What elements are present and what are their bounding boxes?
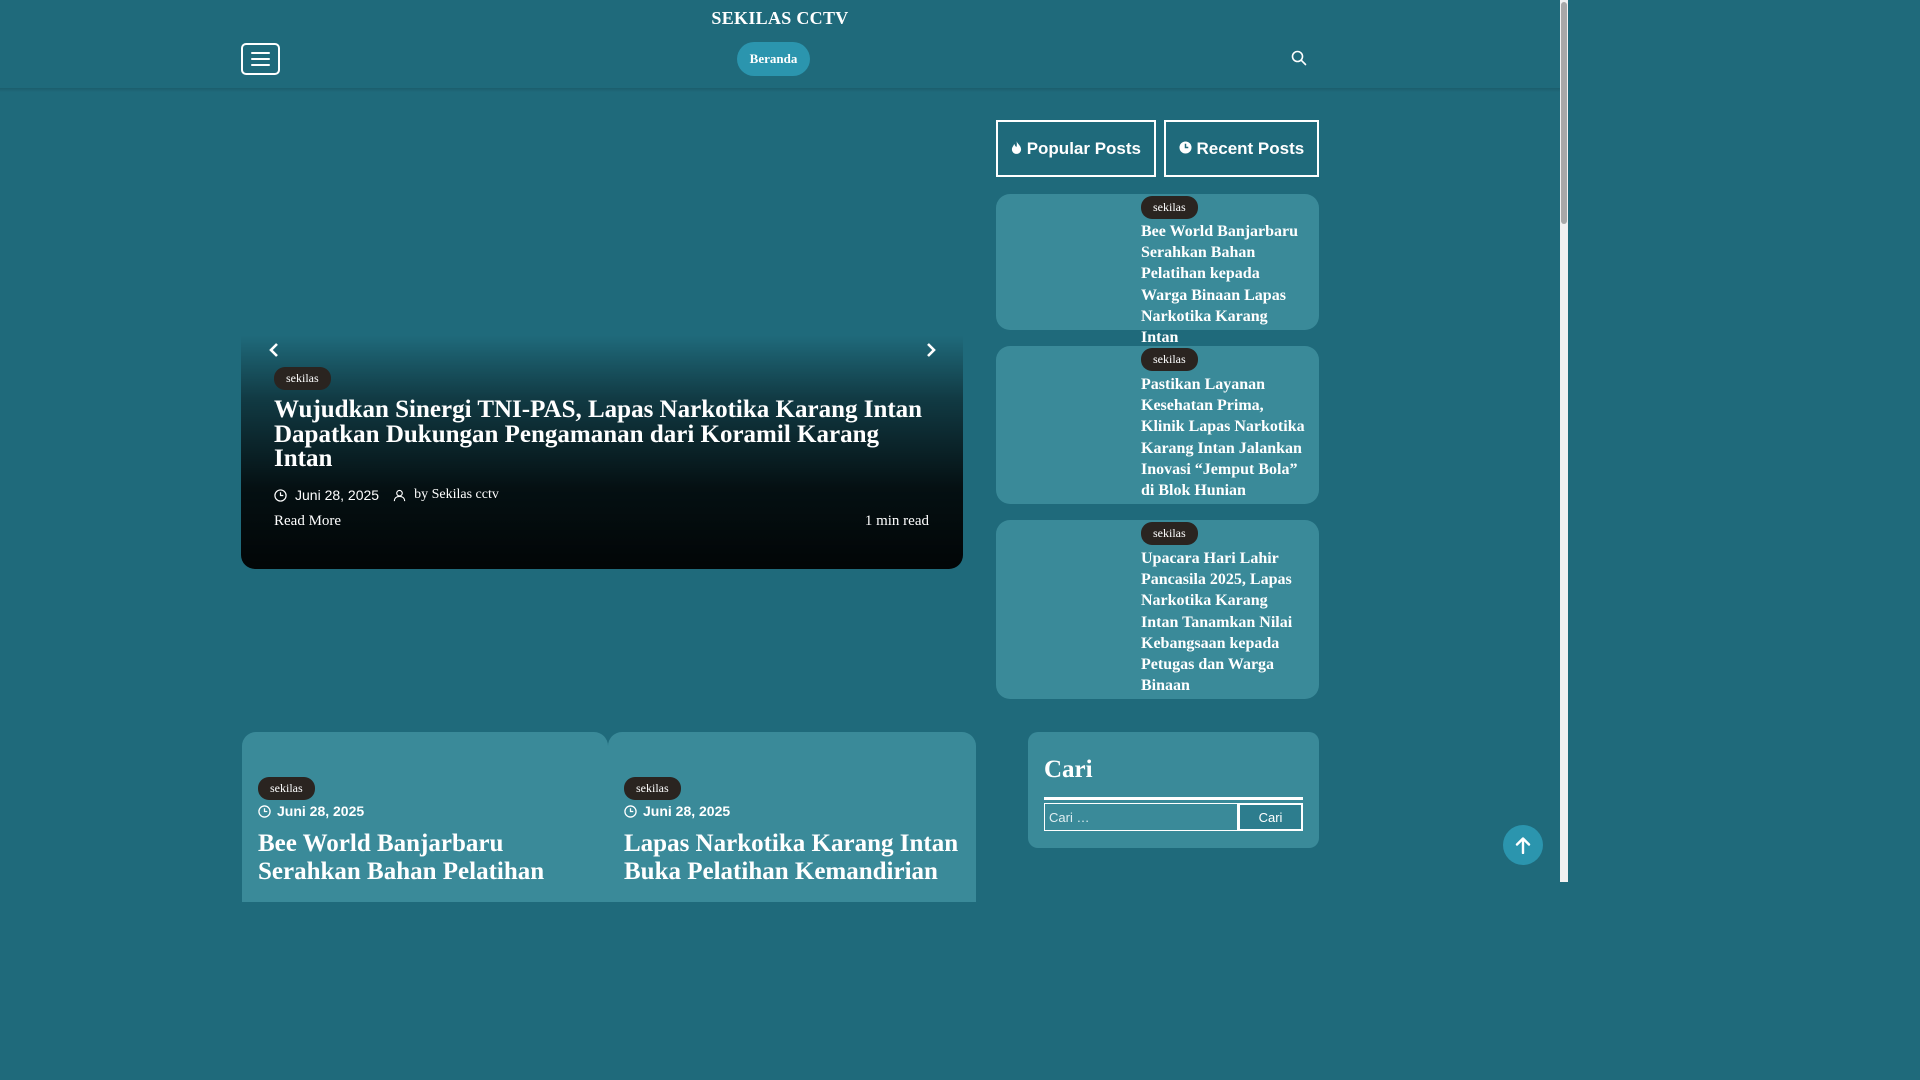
category-badge[interactable]: sekilas [1141,522,1198,545]
clock-icon [624,804,637,818]
widget-title: Cari [1044,756,1093,783]
post-title[interactable]: Lapas Narkotika Karang Intan Buka Pelati… [624,830,964,886]
search-widget: Cari Cari [1028,732,1319,848]
read-more-link[interactable]: Read More [274,513,341,530]
search-input[interactable] [1044,803,1238,831]
side-post-title[interactable]: Pastikan Layanan Kesehatan Prima, Klinik… [1141,374,1309,501]
chevron-left-icon [269,343,278,357]
post-date: Juni 28, 2025 [624,803,730,819]
back-to-top-button[interactable] [1503,825,1543,865]
user-icon [393,489,406,501]
site-title[interactable]: SEKILAS CCTV [0,8,1560,29]
clock-icon [1179,140,1192,154]
menu-bar [251,64,270,66]
side-post[interactable]: sekilas Upacara Hari Lahir Pancasila 202… [996,520,1319,699]
slide-meta: Juni 28, 2025 by Sekilas cctv [274,487,499,503]
arrow-up-icon [1515,837,1531,854]
post-date: Juni 28, 2025 [258,803,364,819]
category-badge[interactable]: sekilas [1141,196,1198,219]
tab-recent-posts[interactable]: Recent Posts [1164,120,1319,177]
read-time: 1 min read [864,513,929,529]
tab-recent-label: Recent Posts [1196,138,1305,158]
post-title[interactable]: Bee World Banjarbaru Serahkan Bahan Pela… [258,830,598,886]
side-post[interactable]: sekilas Bee World Banjarbaru Serahkan Ba… [996,194,1319,346]
side-post-title[interactable]: Upacara Hari Lahir Pancasila 2025, Lapas… [1141,548,1309,696]
chevron-right-icon [927,343,936,357]
search-icon[interactable] [1291,50,1307,66]
scrollbar-thumb[interactable] [1561,2,1567,224]
tab-popular-posts[interactable]: Popular Posts [996,120,1156,177]
slide-date: Juni 28, 2025 [295,487,380,503]
category-badge[interactable]: sekilas [258,777,315,800]
post-card[interactable]: sekilas Juni 28, 2025 Bee World Banjarba… [242,732,608,902]
category-badge[interactable]: sekilas [624,777,681,800]
category-badge[interactable]: sekilas [274,367,331,390]
search-submit-button[interactable]: Cari [1238,803,1303,831]
menu-toggle-button[interactable] [241,43,280,75]
side-post[interactable]: sekilas Pastikan Layanan Kesehatan Prima… [996,346,1319,504]
post-card[interactable]: sekilas Juni 28, 2025 Lapas Narkotika Ka… [608,732,976,902]
menu-bar [251,52,270,54]
fire-icon [1011,140,1022,154]
post-date-text: Juni 28, 2025 [643,803,731,819]
nav-home-link[interactable]: Beranda [737,42,810,76]
post-date-text: Juni 28, 2025 [277,803,365,819]
slider-next-button[interactable] [917,336,945,364]
slide-author[interactable]: by Sekilas cctv [414,487,499,503]
tab-popular-label: Popular Posts [1026,138,1142,158]
slide-title[interactable]: Wujudkan Sinergi TNI-PAS, Lapas Narkotik… [274,397,929,472]
slider-prev-button[interactable] [260,336,288,364]
category-badge[interactable]: sekilas [1141,348,1198,371]
clock-icon [274,488,287,502]
menu-bar [251,58,270,60]
featured-slider[interactable]: sekilas Wujudkan Sinergi TNI-PAS, Lapas … [241,120,963,569]
page-scrollbar[interactable] [1560,0,1568,882]
header-divider [0,88,1560,92]
clock-icon [258,804,271,818]
side-post-title[interactable]: Bee World Banjarbaru Serahkan Bahan Pela… [1141,221,1309,348]
widget-divider [1044,797,1303,800]
